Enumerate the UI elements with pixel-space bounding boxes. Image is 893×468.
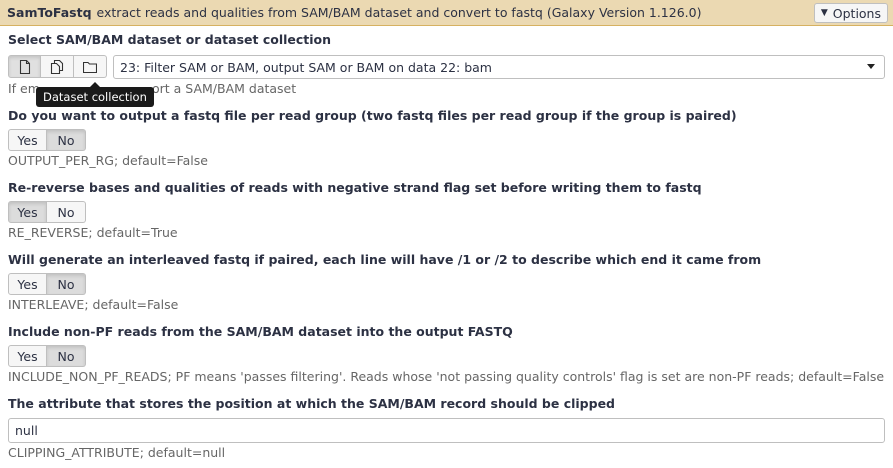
param-re-reverse-label: Re-reverse bases and qualities of reads … [8,180,702,195]
caret-down-icon: ▼ [820,8,828,18]
input-dataset-label: Select SAM/BAM dataset or dataset collec… [8,32,332,47]
param-re-reverse-help: RE_REVERSE; default=True [8,225,178,240]
param-interleave-help: INTERLEAVE; default=False [8,297,179,312]
dataset-collection-tooltip: Dataset collection [36,82,154,107]
param-output-per-rg-help: OUTPUT_PER_RG; default=False [8,153,208,168]
multiple-datasets-button[interactable] [41,55,74,78]
clipping-attribute-input[interactable] [8,418,885,443]
yes-button[interactable]: Yes [8,345,47,367]
no-button[interactable]: No [47,129,86,151]
dataset-source-toggle [8,55,107,78]
no-button[interactable]: No [47,201,86,223]
param-include-non-pf-help: INCLUDE_NON_PF_READS; PF means 'passes f… [8,369,885,384]
yes-button[interactable]: Yes [8,273,47,295]
input-dataset-select[interactable]: 23: Filter SAM or BAM, output SAM or BAM… [113,55,885,79]
param-re-reverse-toggle: Yes No [8,201,86,223]
no-button[interactable]: No [47,273,86,295]
tool-header: SamToFastq extract reads and qualities f… [0,0,893,26]
dropdown-arrow-icon [867,64,875,69]
param-output-per-rg-toggle: Yes No [8,129,86,151]
param-include-non-pf-toggle: Yes No [8,345,86,367]
tool-description: extract reads and qualities from SAM/BAM… [96,5,702,20]
yes-button[interactable]: Yes [8,129,47,151]
options-label: Options [832,5,881,21]
yes-button[interactable]: Yes [8,201,47,223]
files-icon [50,59,64,74]
param-clipping-attribute-label: The attribute that stores the position a… [8,396,616,411]
param-clipping-attribute-help: CLIPPING_ATTRIBUTE; default=null [8,445,226,460]
param-output-per-rg-label: Do you want to output a fastq file per r… [8,108,737,123]
input-dataset-help-end: ort a SAM/BAM dataset [152,81,297,96]
options-button[interactable]: ▼ Options [813,3,888,23]
input-dataset-selected-value: 23: Filter SAM or BAM, output SAM or BAM… [120,59,492,75]
folder-icon [83,61,97,73]
param-interleave-toggle: Yes No [8,273,86,295]
param-include-non-pf-label: Include non-PF reads from the SAM/BAM da… [8,324,513,339]
dataset-collection-button[interactable] [74,55,107,78]
no-button[interactable]: No [47,345,86,367]
single-dataset-button[interactable] [8,55,41,78]
param-interleave-label: Will generate an interleaved fastq if pa… [8,252,762,267]
tool-name: SamToFastq [7,5,92,20]
file-icon [19,59,30,74]
